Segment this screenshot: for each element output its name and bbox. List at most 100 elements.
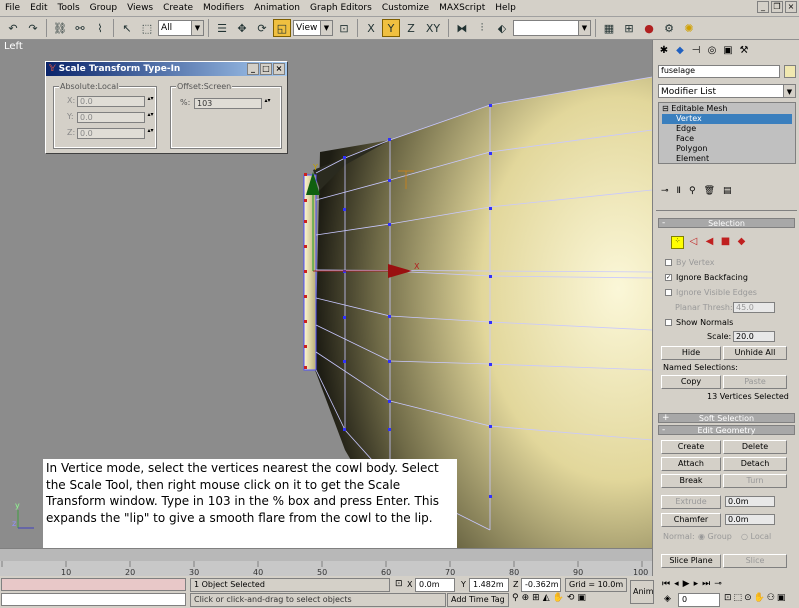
show-normals-checkbox[interactable] (665, 319, 672, 326)
mirror-icon[interactable]: ⧓ (453, 19, 471, 37)
absolute-x-field[interactable]: 0.0 (77, 96, 145, 107)
close-icon[interactable]: × (785, 1, 797, 13)
object-color-swatch[interactable] (784, 65, 796, 78)
break-button[interactable]: Break (661, 474, 721, 488)
modifier-stack[interactable]: ⊟ Editable Mesh Vertex Edge Face Polygon… (658, 102, 796, 164)
current-frame-field[interactable]: 0 (678, 593, 720, 607)
hide-button[interactable]: Hide (661, 346, 721, 360)
y-coord-field[interactable]: 1.482m (469, 578, 509, 592)
select-by-name-icon[interactable]: ☰ (213, 19, 231, 37)
utilities-tab-icon[interactable]: ⚒ (737, 44, 751, 58)
go-to-start-icon[interactable]: ⏮ (662, 579, 670, 589)
menu-file[interactable]: File (0, 3, 25, 13)
copy-button[interactable]: Copy (661, 375, 721, 389)
zoom-extents-selected-icon[interactable]: ⊡ (724, 593, 732, 603)
play-icon[interactable]: ▶ (683, 579, 690, 589)
extrude-amount-field[interactable]: 0.0m (725, 496, 775, 507)
planar-thresh-field[interactable]: 45.0 (733, 302, 775, 313)
reference-coordinate-dropdown[interactable]: View ▼ (293, 20, 333, 36)
modify-tab-icon[interactable]: ◆ (673, 44, 687, 58)
restrict-z-button[interactable]: Z (402, 19, 420, 37)
menu-group[interactable]: Group (85, 3, 122, 13)
slice-plane-button[interactable]: Slice Plane (661, 554, 721, 568)
object-name-field[interactable]: fuselage (658, 65, 780, 78)
stack-item-element[interactable]: Element (662, 154, 792, 164)
by-vertex-checkbox[interactable] (665, 259, 672, 266)
normal-local-radio[interactable]: ○ Local (741, 532, 771, 541)
edge-mode-icon[interactable]: ◁ (687, 236, 700, 249)
animate-toggle-button[interactable]: Anim (630, 580, 654, 604)
create-button[interactable]: Create (661, 440, 721, 454)
walk-icon[interactable]: ⚇ (767, 593, 775, 603)
select-object-icon[interactable]: ↖ (118, 19, 136, 37)
time-slider[interactable] (0, 549, 652, 561)
time-config-icon[interactable]: ◈ (664, 594, 671, 604)
hierarchy-tab-icon[interactable]: ⊣ (689, 44, 703, 58)
orbit-icon[interactable]: ⊙ (744, 593, 752, 603)
stack-item-editable-mesh[interactable]: ⊟ Editable Mesh (662, 104, 792, 114)
absolute-z-field[interactable]: 0.0 (77, 128, 145, 139)
stack-item-face[interactable]: Face (662, 134, 792, 144)
add-time-tag-button[interactable]: Add Time Tag (447, 593, 509, 607)
named-selection-sets-dropdown[interactable]: ▼ (513, 20, 591, 36)
go-to-end-icon[interactable]: ⏭ (702, 579, 710, 589)
rotate-icon[interactable]: ⟳ (253, 19, 271, 37)
spinner-icon[interactable]: ▴▾ (147, 112, 154, 123)
maximize-viewport-icon[interactable]: ▣ (577, 593, 586, 603)
restrict-xy-button[interactable]: XY (422, 19, 444, 37)
region-select-icon[interactable]: ⬚ (138, 19, 156, 37)
ignore-visible-edges-checkbox[interactable] (665, 289, 672, 296)
key-mode-icon[interactable]: ⊸ (714, 579, 722, 589)
unhide-all-button[interactable]: Unhide All (723, 346, 787, 360)
bind-space-warp-icon[interactable]: ⌇ (91, 19, 109, 37)
pin-stack-icon[interactable]: ⊸ (661, 186, 669, 196)
menu-graph-editors[interactable]: Graph Editors (305, 3, 377, 13)
move-icon[interactable]: ✥ (233, 19, 251, 37)
track-view-icon[interactable]: ▦ (600, 19, 618, 37)
stack-item-polygon[interactable]: Polygon (662, 144, 792, 154)
stack-item-vertex[interactable]: Vertex (662, 114, 792, 124)
minimize-icon[interactable]: _ (757, 1, 769, 13)
create-tab-icon[interactable]: ✱ (657, 44, 671, 58)
show-end-result-icon[interactable]: Ⅱ (677, 186, 681, 196)
delete-button[interactable]: Delete (723, 440, 787, 454)
ignore-backfacing-checkbox[interactable]: ✓ (665, 274, 672, 281)
field-of-view-icon[interactable]: ◭ (543, 593, 550, 603)
turn-button[interactable]: Turn (723, 474, 787, 488)
dialog-maximize-icon[interactable]: □ (260, 63, 272, 75)
align-icon[interactable]: ⫶ (473, 19, 491, 37)
schematic-view-icon[interactable]: ⊞ (620, 19, 638, 37)
spacing-tool-icon[interactable]: ⬖ (493, 19, 511, 37)
dialog-title-bar[interactable]: 𝕐 Scale Transform Type-In _ □ × (46, 62, 287, 76)
menu-create[interactable]: Create (158, 3, 198, 13)
menu-customize[interactable]: Customize (377, 3, 434, 13)
timeline[interactable]: 10 20 30 40 50 60 70 80 90 100 (0, 548, 652, 577)
restore-icon[interactable]: ❐ (771, 1, 783, 13)
absolute-y-field[interactable]: 0.0 (77, 112, 145, 123)
material-editor-icon[interactable]: ● (640, 19, 658, 37)
previous-frame-icon[interactable]: ◂ (674, 579, 679, 589)
configure-sets-icon[interactable]: ▤ (723, 186, 732, 196)
render-scene-icon[interactable]: ⚙ (660, 19, 678, 37)
stack-item-edge[interactable]: Edge (662, 124, 792, 134)
x-coord-field[interactable]: 0.0m (415, 578, 455, 592)
spinner-icon[interactable]: ▴▾ (264, 98, 271, 109)
restrict-x-button[interactable]: X (362, 19, 380, 37)
chamfer-amount-field[interactable]: 0.0m (725, 514, 775, 525)
modifier-list-dropdown[interactable]: Modifier List ▼ (658, 84, 796, 98)
restrict-y-button[interactable]: Y (382, 19, 400, 37)
motion-tab-icon[interactable]: ◎ (705, 44, 719, 58)
menu-views[interactable]: Views (122, 3, 158, 13)
min-max-toggle-icon[interactable]: ▣ (777, 593, 786, 603)
next-frame-icon[interactable]: ▸ (694, 579, 699, 589)
menu-animation[interactable]: Animation (249, 3, 305, 13)
spinner-icon[interactable]: ▴▾ (147, 128, 154, 139)
maxscript-input-mini[interactable] (1, 593, 186, 606)
normal-group-radio[interactable]: ◉ Group (698, 532, 732, 541)
menu-tools[interactable]: Tools (53, 3, 85, 13)
vertex-mode-icon[interactable]: ⁘ (671, 236, 684, 249)
viewport-label[interactable]: Left (4, 41, 23, 52)
make-unique-icon[interactable]: ⚲ (689, 186, 696, 196)
zoom-icon[interactable]: ⚲ (512, 593, 519, 603)
soft-selection-rollout-header[interactable]: + Soft Selection (658, 413, 795, 423)
